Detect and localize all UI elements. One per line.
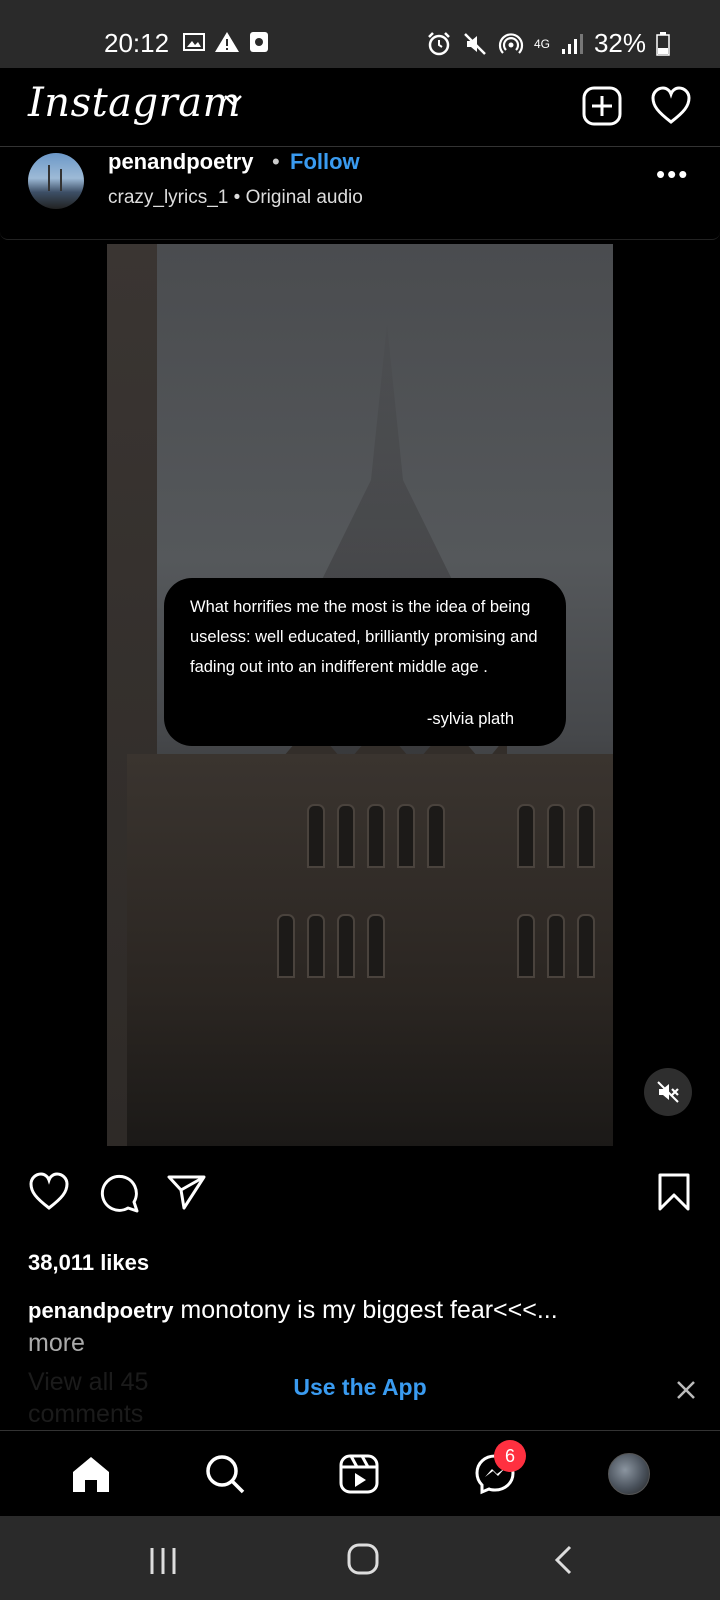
media-window bbox=[307, 804, 325, 868]
media-window bbox=[397, 804, 415, 868]
mute-icon bbox=[464, 32, 486, 55]
network-type: 4G bbox=[533, 36, 550, 51]
bookmark-icon[interactable] bbox=[656, 1172, 692, 1212]
reels-icon bbox=[339, 1454, 379, 1494]
notifications-heart-icon[interactable] bbox=[650, 86, 692, 126]
status-time: 20:12 bbox=[104, 28, 170, 58]
follow-button[interactable]: Follow bbox=[290, 149, 360, 175]
avatar[interactable] bbox=[28, 153, 84, 209]
caption-text: monotony is my biggest fear<<<... bbox=[173, 1296, 558, 1324]
speaker-muted-icon bbox=[657, 1081, 679, 1103]
media-window bbox=[517, 914, 535, 978]
separator-dot: • bbox=[272, 149, 280, 174]
media-window bbox=[277, 914, 295, 978]
home-icon bbox=[73, 1457, 109, 1492]
alarm-icon bbox=[428, 31, 450, 55]
back-icon[interactable] bbox=[552, 1544, 576, 1576]
media-window bbox=[427, 804, 445, 868]
media-window bbox=[577, 804, 595, 868]
home-button-icon[interactable] bbox=[346, 1542, 380, 1576]
quote-text: What horrifies me the most is the idea o… bbox=[190, 598, 538, 676]
media-window bbox=[337, 914, 355, 978]
app-icon bbox=[250, 32, 268, 52]
media-window bbox=[517, 804, 535, 868]
quote-author: -sylvia plath bbox=[426, 710, 514, 728]
media-window bbox=[547, 914, 565, 978]
media-window bbox=[307, 914, 325, 978]
nav-search[interactable] bbox=[202, 1451, 248, 1497]
quote-card: What horrifies me the most is the idea o… bbox=[164, 578, 566, 746]
status-right: 4G 32% bbox=[426, 28, 670, 59]
like-heart-icon[interactable] bbox=[28, 1172, 70, 1212]
caption-username[interactable]: penandpoetry bbox=[28, 1298, 173, 1323]
mute-toggle-button[interactable] bbox=[644, 1068, 692, 1116]
system-nav-bar bbox=[0, 1516, 720, 1600]
media-window bbox=[547, 804, 565, 868]
profile-avatar bbox=[608, 1453, 650, 1495]
comment-icon[interactable] bbox=[98, 1172, 140, 1214]
signal-icon bbox=[561, 33, 583, 54]
search-icon bbox=[206, 1455, 245, 1494]
hotspot-icon bbox=[498, 32, 524, 54]
media-window bbox=[367, 804, 385, 868]
nav-reels[interactable] bbox=[336, 1451, 382, 1497]
app-header: Instagram bbox=[0, 68, 720, 147]
image-icon bbox=[183, 33, 205, 51]
post-caption: penandpoetry monotony is my biggest fear… bbox=[28, 1294, 668, 1359]
bottom-nav bbox=[0, 1430, 720, 1517]
nav-home[interactable] bbox=[68, 1451, 114, 1497]
warning-icon bbox=[215, 32, 239, 52]
close-icon[interactable] bbox=[676, 1380, 696, 1400]
new-post-icon[interactable] bbox=[582, 86, 622, 126]
likes-count[interactable]: 38,011 likes bbox=[28, 1250, 149, 1276]
battery-percent: 32% bbox=[593, 28, 646, 58]
share-send-icon[interactable] bbox=[166, 1172, 208, 1212]
media-window bbox=[577, 914, 595, 978]
chevron-down-icon[interactable] bbox=[222, 92, 244, 108]
messages-badge: 6 bbox=[494, 1440, 526, 1472]
battery-icon bbox=[656, 31, 670, 56]
media-window bbox=[367, 914, 385, 978]
more-options-icon[interactable]: ••• bbox=[656, 159, 689, 190]
nav-profile[interactable] bbox=[606, 1451, 652, 1497]
post-username[interactable]: penandpoetry bbox=[108, 149, 253, 175]
media-window bbox=[337, 804, 355, 868]
caption-more-link[interactable]: more bbox=[28, 1327, 668, 1359]
use-the-app-link[interactable]: Use the App bbox=[0, 1374, 720, 1401]
instagram-logo[interactable]: Instagram bbox=[28, 80, 241, 126]
post-audio-subtitle[interactable]: crazy_lyrics_1 • Original audio bbox=[108, 187, 363, 209]
post-actions bbox=[0, 1172, 720, 1222]
post-header: penandpoetry • Follow crazy_lyrics_1 • O… bbox=[0, 147, 720, 240]
status-bar: 20:12 4G 32% bbox=[0, 0, 720, 68]
status-left-icons bbox=[182, 30, 270, 54]
recent-apps-icon[interactable] bbox=[148, 1546, 178, 1576]
